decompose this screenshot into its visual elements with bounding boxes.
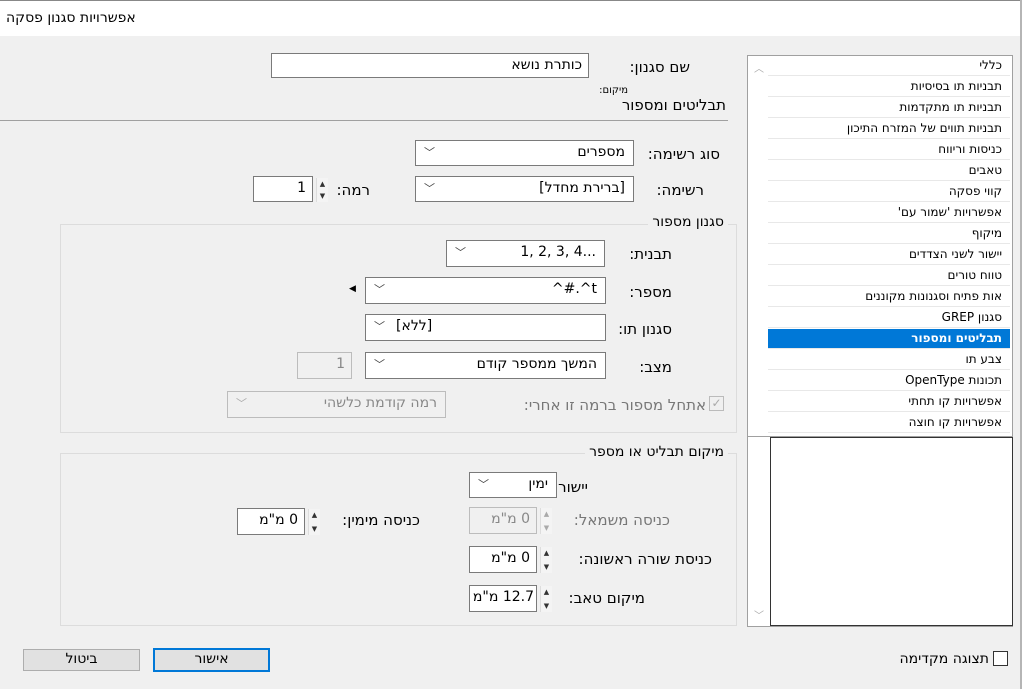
category-item[interactable]: אפשרויות 'שמור עם' (768, 203, 1010, 223)
up-arrow-icon[interactable]: ▲ (544, 549, 549, 557)
alignment-select[interactable]: ימין ﹀ (469, 472, 557, 498)
divider (0, 120, 728, 121)
right-indent-label: כניסה מימין: (342, 511, 420, 529)
list-label: רשימה: (656, 181, 705, 199)
up-arrow-icon[interactable]: ▲ (320, 180, 325, 188)
number-select[interactable]: ^#.^t ﹀ (365, 277, 606, 304)
restart-after-select[interactable]: רמה קודמת כלשהי ﹀ (227, 391, 446, 418)
up-arrow-icon[interactable]: ▲ (544, 510, 549, 518)
preview-checkbox[interactable] (993, 651, 1008, 666)
list-type-select[interactable]: מספרים ﹀ (415, 140, 634, 166)
level-spinner[interactable]: ▲ ▼ (316, 178, 328, 202)
chevron-down-icon: ﹀ (424, 146, 435, 159)
window-title: אפשרויות סגנון פסקה (6, 10, 136, 26)
format-label: תבנית: (629, 245, 672, 263)
category-item[interactable]: כניסות וריווח (768, 140, 1010, 160)
category-item[interactable]: כללי (768, 56, 1010, 76)
category-item[interactable]: תבליטים ומספור (768, 329, 1010, 349)
list-select[interactable]: [ברירת מחדל] ﹀ (415, 176, 634, 202)
cancel-button[interactable]: ביטול (23, 649, 140, 671)
first-line-indent-spinner[interactable]: ▲ ▼ (540, 547, 552, 573)
chevron-down-icon: ﹀ (374, 358, 385, 371)
char-style-select[interactable]: [ללא] ﹀ (365, 314, 606, 341)
tab-position-label: מיקום טאב: (568, 589, 645, 607)
restart-after-value: רמה קודמת כלשהי (323, 395, 437, 411)
alignment-value: ימין (528, 476, 548, 492)
tab-position-input[interactable]: 12.7 מ"מ (469, 585, 537, 612)
preview-box (770, 437, 1013, 626)
format-select[interactable]: 1, 2, 3, 4... ﹀ (446, 240, 605, 267)
mode-label: מצב: (639, 358, 672, 376)
char-style-value: [ללא] (396, 318, 433, 334)
down-arrow-icon[interactable]: ▼ (544, 602, 549, 610)
up-arrow-icon[interactable]: ▲ (544, 588, 549, 596)
category-item[interactable]: תבניות תווים של המזרח התיכון (768, 119, 1010, 139)
list-value: [ברירת מחדל] (539, 180, 625, 196)
right-indent-spinner[interactable]: ▲ ▼ (308, 509, 320, 535)
numbering-style-title: סגנון מספור (648, 214, 728, 230)
category-item[interactable]: סגנון GREP (768, 308, 1010, 328)
right-indent-input[interactable]: 0 מ"מ (237, 508, 305, 535)
left-indent-label: כניסה משמאל: (573, 511, 670, 529)
location-label: מיקום: (599, 85, 628, 96)
left-indent-input[interactable]: 0 מ"מ (469, 507, 537, 534)
category-item[interactable]: טווח טורים (768, 266, 1010, 286)
category-item[interactable]: מיקוף (768, 224, 1010, 244)
list-type-value: מספרים (577, 144, 625, 160)
down-arrow-icon[interactable]: ▼ (312, 525, 317, 533)
format-value: 1, 2, 3, 4... (520, 244, 596, 260)
mode-value: המשך ממספר קודם (476, 356, 597, 372)
down-arrow-icon[interactable]: ▼ (544, 563, 549, 571)
tab-position-spinner[interactable]: ▲ ▼ (540, 586, 552, 612)
scroll-down-icon[interactable]: ﹀ (754, 607, 764, 622)
list-type-label: סוג רשימה: (647, 145, 720, 163)
restart-checkbox[interactable]: ✓ (709, 396, 724, 411)
chevron-down-icon: ﹀ (478, 478, 489, 491)
left-indent-spinner[interactable]: ▲ ▼ (540, 508, 552, 534)
scroll-up-icon[interactable]: ︿ (754, 60, 764, 75)
category-list[interactable]: ︿ כללי תבניות תו בסיסיות תבניות תו מתקדמות… (747, 55, 1013, 437)
level-label: רמה: (336, 181, 370, 199)
category-item[interactable]: צבע תו (768, 350, 1010, 370)
position-title: מיקום תבליט או מספר (585, 444, 728, 460)
char-style-label: סגנון תו: (618, 320, 672, 338)
category-item[interactable]: יישור לשני הצדדים (768, 245, 1010, 265)
list-scroll-area: ﹀ (747, 437, 1013, 627)
number-value: ^#.^t (551, 281, 597, 297)
chevron-down-icon: ﹀ (374, 283, 385, 296)
title-bar: אפשרויות סגנון פסקה (0, 0, 1022, 36)
first-line-indent-input[interactable]: 0 מ"מ (469, 546, 537, 573)
category-item[interactable]: אפשרויות קו תחתי (768, 392, 1010, 412)
chevron-down-icon: ﹀ (455, 246, 466, 259)
style-name-label: שם סגנון: (629, 58, 691, 76)
chevron-down-icon: ﹀ (424, 182, 435, 195)
chevron-down-icon: ﹀ (236, 397, 247, 410)
chevron-down-icon: ﹀ (374, 320, 385, 333)
down-arrow-icon[interactable]: ▼ (320, 192, 325, 200)
category-item[interactable]: אות פתיח וסגנונות מקוננים (768, 287, 1010, 307)
restart-label: אתחל מספור ברמה זו אחרי: (523, 396, 706, 414)
category-item[interactable]: טאבים (768, 161, 1010, 181)
level-input[interactable]: 1 (253, 176, 313, 202)
section-title: תבליטים ומספור (621, 96, 726, 114)
category-item[interactable]: תבניות תו מתקדמות (768, 98, 1010, 118)
preview-label: תצוגה מקדימה (899, 651, 989, 667)
category-item[interactable]: אפשרויות קו חוצה (768, 413, 1010, 433)
first-line-indent-label: כניסת שורה ראשונה: (578, 550, 712, 568)
style-name-input[interactable]: כותרת נושא (271, 53, 589, 78)
ok-button[interactable]: אישור (153, 648, 270, 672)
mode-select[interactable]: המשך ממספר קודם ﹀ (365, 352, 606, 379)
number-label: מספר: (629, 283, 672, 301)
start-at-input[interactable]: 1 (297, 352, 352, 379)
insert-special-triangle-icon[interactable]: ◀ (349, 284, 356, 294)
category-item[interactable]: תבניות תו בסיסיות (768, 77, 1010, 97)
category-item[interactable]: קווי פסקה (768, 182, 1010, 202)
category-item[interactable]: תכונות OpenType (768, 371, 1010, 391)
alignment-label: יישור: (553, 478, 588, 496)
up-arrow-icon[interactable]: ▲ (312, 511, 317, 519)
down-arrow-icon[interactable]: ▼ (544, 524, 549, 532)
